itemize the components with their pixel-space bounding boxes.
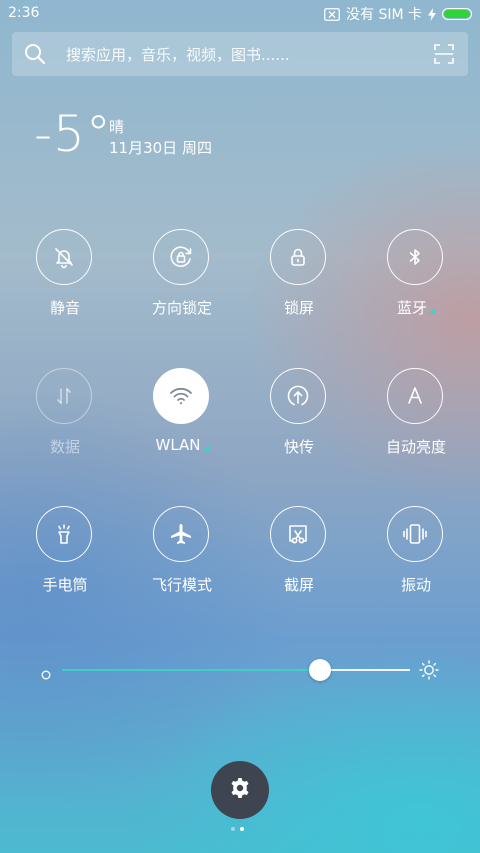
lock-icon	[286, 245, 310, 269]
bell-off-icon	[52, 245, 76, 269]
toggle-label: 方向锁定	[132, 297, 232, 318]
toggle-quick-transfer-button[interactable]	[270, 368, 326, 424]
toggle-screenshot[interactable]: 截屏	[249, 506, 349, 616]
toggle-rotation-lock-button[interactable]	[153, 229, 209, 285]
status-bar: 2:36 没有 SIM 卡	[0, 0, 480, 28]
toggle-label: 飞行模式	[132, 574, 232, 595]
toggle-label-text: 锁屏	[283, 299, 314, 317]
quick-transfer-icon	[285, 383, 311, 409]
toggle-bluetooth[interactable]: 蓝牙	[366, 229, 466, 339]
toggle-label: 蓝牙	[366, 297, 466, 318]
toggle-airplane-mode-button[interactable]	[153, 506, 209, 562]
submenu-indicator-icon	[429, 308, 435, 314]
page-dot	[240, 827, 244, 831]
charging-bolt-icon	[428, 7, 436, 21]
toggle-label-text: 手电筒	[42, 576, 88, 594]
toggle-screenshot-button[interactable]	[270, 506, 326, 562]
toggle-label-text: 振动	[400, 576, 431, 594]
page-indicator	[231, 827, 244, 831]
toggle-wlan[interactable]: WLAN	[132, 368, 232, 478]
toggle-auto-brightness[interactable]: 自动亮度	[366, 368, 466, 478]
screenshot-icon	[285, 521, 311, 547]
sim-status-text: 没有 SIM 卡	[346, 7, 422, 23]
toggle-label-text: 截屏	[283, 576, 314, 594]
toggle-label-text: 飞行模式	[151, 576, 212, 594]
toggle-label-text: 蓝牙	[396, 299, 427, 317]
toggle-flashlight-button[interactable]	[36, 506, 92, 562]
toggle-label: WLAN	[132, 436, 232, 454]
settings-button[interactable]	[211, 761, 269, 819]
toggle-label: 快传	[249, 436, 349, 457]
toggle-label: 截屏	[249, 574, 349, 595]
toggle-label-text: 自动亮度	[385, 438, 446, 456]
brightness-low-icon	[41, 665, 51, 680]
rotation-lock-icon	[168, 244, 194, 270]
search-placeholder[interactable]: 搜索应用，音乐，视频，图书......	[66, 44, 290, 65]
toggle-data-button[interactable]	[36, 368, 92, 424]
toggle-label-text: 方向锁定	[151, 299, 212, 317]
toggle-silent-button[interactable]	[36, 229, 92, 285]
scan-icon[interactable]	[434, 44, 454, 64]
toggle-silent[interactable]: 静音	[15, 229, 115, 339]
flashlight-icon	[52, 522, 76, 546]
toggle-label: 振动	[366, 574, 466, 595]
no-sim-icon	[324, 7, 340, 21]
toggle-label: 手电筒	[15, 574, 115, 595]
toggle-vibrate[interactable]: 振动	[366, 506, 466, 616]
data-arrows-icon	[52, 384, 76, 408]
toggle-wlan-button[interactable]	[153, 368, 209, 424]
battery-icon	[442, 8, 472, 20]
auto-brightness-icon	[403, 384, 427, 408]
gear-icon	[228, 776, 252, 804]
brightness-slider-fill	[62, 669, 320, 671]
toggle-label: 锁屏	[249, 297, 349, 318]
toggle-lock-screen-button[interactable]	[270, 229, 326, 285]
toggle-label: 自动亮度	[366, 436, 466, 457]
toggle-label-text: WLAN	[155, 436, 201, 454]
submenu-indicator-icon	[202, 445, 209, 451]
toggle-label: 静音	[15, 297, 115, 318]
toggle-flashlight[interactable]: 手电筒	[15, 506, 115, 616]
toggle-label: 数据	[15, 436, 115, 457]
status-indicators: 没有 SIM 卡	[324, 4, 472, 24]
toggle-rotation-lock[interactable]: 方向锁定	[132, 229, 232, 339]
brightness-slider[interactable]	[62, 659, 410, 681]
toggle-label-text: 快传	[283, 438, 314, 456]
toggle-label-text: 数据	[49, 438, 80, 456]
toggle-label-text: 静音	[49, 299, 80, 317]
brightness-high-icon	[419, 660, 439, 680]
brightness-slider-thumb[interactable]	[308, 659, 331, 681]
airplane-icon	[168, 521, 194, 547]
battery-level-fill	[444, 10, 470, 18]
page-dot	[231, 827, 235, 831]
toggle-airplane-mode[interactable]: 飞行模式	[132, 506, 232, 616]
weather-condition: 晴	[109, 118, 125, 136]
search-bar[interactable]: 搜索应用，音乐，视频，图书......	[12, 32, 468, 76]
toggle-data[interactable]: 数据	[15, 368, 115, 478]
search-icon	[24, 43, 46, 65]
vibrate-icon	[401, 521, 429, 547]
toggle-vibrate-button[interactable]	[387, 506, 443, 562]
bluetooth-icon	[403, 245, 427, 269]
toggle-bluetooth-button[interactable]	[387, 229, 443, 285]
status-time: 2:36	[8, 5, 40, 21]
wifi-icon	[168, 383, 194, 409]
toggle-lock-screen[interactable]: 锁屏	[249, 229, 349, 339]
weather-date: 11月30日 周四	[109, 139, 212, 157]
toggle-auto-brightness-button[interactable]	[387, 368, 443, 424]
toggle-quick-transfer[interactable]: 快传	[249, 368, 349, 478]
weather-temperature: -5°	[34, 105, 112, 163]
